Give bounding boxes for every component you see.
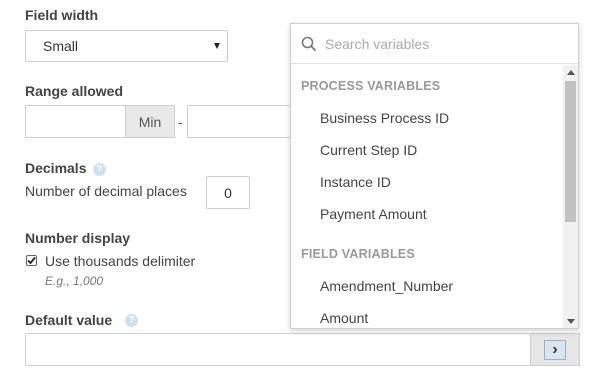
chevron-right-icon: › — [544, 339, 566, 360]
checkmark-icon — [27, 256, 36, 265]
range-allowed-label: Range allowed — [25, 83, 124, 99]
list-item[interactable]: Current Step ID — [320, 142, 417, 158]
list-item[interactable]: Amendment_Number — [320, 278, 453, 294]
scrollbar-thumb[interactable] — [565, 81, 576, 222]
delimiter-example: E.g., 1,000 — [45, 274, 104, 288]
range-max-input[interactable] — [187, 105, 290, 138]
field-width-label: Field width — [25, 7, 99, 23]
range-min-addon: Min — [125, 105, 175, 138]
decimal-places-label: Number of decimal places — [25, 183, 187, 199]
decimal-places-input[interactable]: 0 — [206, 176, 250, 209]
group-heading-field: FIELD VARIABLES — [301, 247, 415, 261]
field-width-selected: Small — [43, 38, 79, 54]
thousands-delimiter-checkbox[interactable] — [26, 255, 37, 266]
list-item[interactable]: Instance ID — [320, 174, 391, 190]
variables-dropdown: Search variables PROCESS VARIABLES Busin… — [290, 23, 579, 329]
number-display-label: Number display — [25, 230, 131, 246]
range-min-input[interactable] — [25, 105, 126, 138]
list-item[interactable]: Business Process ID — [320, 110, 449, 126]
list-item[interactable]: Payment Amount — [320, 206, 427, 222]
thousands-delimiter-label: Use thousands delimiter — [45, 253, 196, 269]
variable-list: PROCESS VARIABLES Business Process ID Cu… — [291, 65, 563, 328]
range-separator: - — [178, 114, 183, 130]
help-icon[interactable]: ? — [93, 163, 106, 176]
help-icon[interactable]: ? — [125, 314, 138, 327]
decimals-label: Decimals — [25, 160, 87, 176]
group-heading-process: PROCESS VARIABLES — [301, 79, 441, 93]
default-value-label: Default value — [25, 312, 113, 328]
variable-search[interactable]: Search variables — [291, 24, 578, 64]
search-placeholder: Search variables — [325, 35, 430, 52]
chevron-down-icon — [214, 43, 220, 49]
field-width-select[interactable]: Small — [25, 30, 228, 62]
insert-variable-button[interactable]: › — [530, 333, 580, 366]
scroll-up-icon[interactable] — [567, 70, 575, 75]
list-item[interactable]: Amount — [320, 310, 368, 326]
default-value-input[interactable] — [25, 333, 531, 366]
search-icon — [301, 36, 317, 51]
scroll-down-icon[interactable] — [567, 319, 575, 324]
